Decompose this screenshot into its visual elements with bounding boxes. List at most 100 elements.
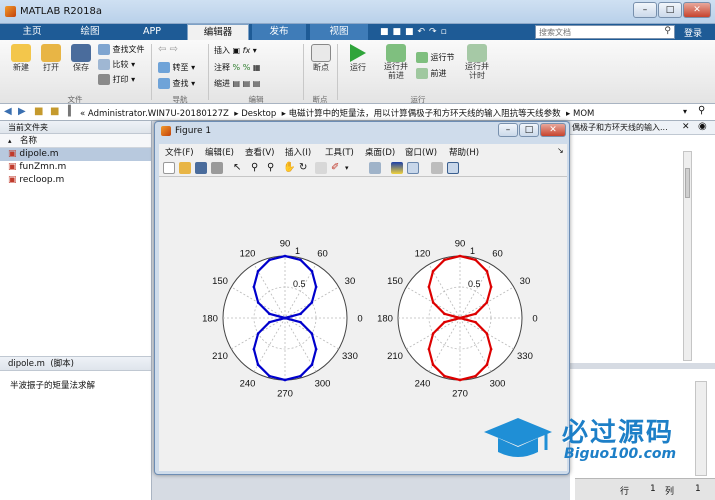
menu-file[interactable]: 文件(F)	[165, 146, 194, 158]
data-point	[458, 378, 462, 382]
run-button[interactable]: 运行	[344, 44, 372, 73]
folder-column-header[interactable]: ▴ 名称	[0, 134, 151, 148]
advance-button[interactable]: 前进	[416, 68, 447, 79]
editor-close-icon[interactable]: ✕	[682, 122, 690, 132]
brush-dropdown-icon[interactable]: ▾	[345, 162, 357, 174]
data-point	[283, 254, 287, 258]
dock-icon[interactable]: ↘	[557, 146, 564, 155]
colorbar-icon[interactable]	[391, 162, 403, 174]
breadcrumb-project[interactable]: 电磁计算中的矩量法，用以计算偶极子和方环天线的输入阻抗等天线参数	[289, 109, 561, 119]
address-search-icon[interactable]: ⚲	[698, 105, 705, 116]
find-button[interactable]: 查找 ▾	[158, 78, 195, 89]
data-point	[458, 316, 462, 320]
nav-arrows[interactable]: ⇦ ⇨	[158, 44, 178, 55]
find-files-button[interactable]: 查找文件	[98, 44, 145, 55]
data-point	[485, 332, 489, 335]
zoom-out-icon[interactable]: ⚲	[267, 162, 279, 174]
angle-tick-label: 180	[377, 314, 393, 325]
group-edit-label: 编辑	[248, 95, 264, 104]
link-plot-icon[interactable]	[369, 162, 381, 174]
breakpoints-button[interactable]: 断点	[308, 44, 334, 73]
current-folder-panel: 当前文件夹 ▴ 名称 ▣ dipole.m ▣ funZmn.m ▣ reclo…	[0, 121, 152, 500]
menu-edit[interactable]: 编辑(E)	[205, 146, 234, 158]
login-button[interactable]: 登录	[684, 26, 702, 39]
list-item[interactable]: ▣ funZmn.m	[0, 161, 151, 174]
editor-tab[interactable]: 偶极子和方环天线的输入...	[570, 121, 715, 135]
up-folder-icon[interactable]: ■	[34, 106, 43, 117]
menu-insert[interactable]: 插入(I)	[285, 146, 311, 158]
editor-options-icon[interactable]: ◉	[698, 121, 707, 132]
tab-view[interactable]: 视图	[310, 24, 368, 40]
open-button[interactable]: 打开	[36, 44, 66, 73]
maximize-button[interactable]: □	[658, 2, 682, 18]
indent-button[interactable]: 缩进 ▤ ▤ ▤	[214, 78, 260, 89]
run-time-button[interactable]: 运行并 计时	[460, 44, 494, 80]
print-figure-icon[interactable]	[211, 162, 223, 174]
goto-button[interactable]: 转至 ▾	[158, 62, 195, 73]
new-figure-icon[interactable]	[163, 162, 175, 174]
data-point	[268, 374, 271, 378]
search-icon[interactable]: ⚲	[664, 26, 671, 36]
tab-home[interactable]: 主页	[8, 24, 56, 40]
brush-icon[interactable]: ✐	[331, 162, 343, 174]
search-box[interactable]: ⚲	[535, 25, 675, 39]
save-figure-icon[interactable]	[195, 162, 207, 174]
breadcrumb-admin[interactable]: Administrator.WIN7U-20180127Z	[88, 109, 229, 119]
scrollbar-thumb[interactable]	[685, 168, 690, 198]
list-item[interactable]: ▣ recloop.m	[0, 174, 151, 187]
back-icon[interactable]: ◀	[4, 106, 12, 117]
menu-window[interactable]: 窗口(W)	[405, 146, 437, 158]
radial-tick-label: 1	[470, 246, 475, 256]
tab-plots[interactable]: 绘图	[66, 24, 114, 40]
forward-icon[interactable]: ▶	[18, 106, 26, 117]
legend-icon[interactable]	[407, 162, 419, 174]
search-input[interactable]	[536, 26, 656, 38]
comment-button[interactable]: 注释 % % ▦	[214, 62, 260, 73]
menu-view[interactable]: 查看(V)	[245, 146, 274, 158]
pan-icon[interactable]: ✋	[283, 162, 295, 174]
show-tools-icon[interactable]	[447, 162, 459, 174]
data-point	[268, 312, 271, 316]
new-button[interactable]: 新建	[6, 44, 36, 73]
address-dropdown-icon[interactable]: ▾	[683, 107, 687, 116]
list-item[interactable]: ▣ dipole.m	[0, 148, 151, 161]
tab-publish[interactable]: 发布	[252, 24, 306, 40]
figure-maximize-button[interactable]: □	[519, 123, 539, 137]
radial-tick-label: 1	[295, 246, 300, 256]
window-title: MATLAB R2018a	[20, 6, 103, 17]
data-point	[431, 269, 435, 273]
tab-apps[interactable]: APP	[125, 24, 179, 40]
address-bar[interactable]: ◀ ▶ ■ ■ ▍ « Administrator.WIN7U-20180127…	[0, 104, 715, 121]
breadcrumb-mom[interactable]: MOM	[573, 109, 594, 119]
figure-close-button[interactable]: ✕	[540, 123, 566, 137]
angle-tick-label: 60	[317, 249, 328, 260]
tab-editor[interactable]: 编辑器	[187, 24, 249, 40]
insert-button[interactable]: 插入 ▣ fx ▾	[214, 45, 257, 56]
close-button[interactable]: ✕	[683, 2, 711, 18]
menu-desktop[interactable]: 桌面(D)	[365, 146, 395, 158]
hide-tools-icon[interactable]	[431, 162, 443, 174]
menu-tools[interactable]: 工具(T)	[325, 146, 354, 158]
print-button[interactable]: 打印 ▾	[98, 74, 135, 85]
compare-button[interactable]: 比较 ▾	[98, 59, 135, 70]
figure-minimize-button[interactable]: –	[498, 123, 518, 137]
data-point	[252, 347, 256, 351]
rotate-icon[interactable]: ↻	[299, 162, 311, 174]
pointer-icon[interactable]: ↖	[233, 162, 245, 174]
open-file-icon[interactable]	[179, 162, 191, 174]
browse-folder-icon[interactable]: ■	[50, 106, 59, 117]
run-section-button[interactable]: 运行节	[416, 52, 455, 63]
angle-tick-label: 30	[345, 276, 356, 287]
print-icon	[98, 74, 110, 85]
editor-scrollbar[interactable]	[683, 151, 692, 361]
data-cursor-icon[interactable]	[315, 162, 327, 174]
save-button[interactable]: 保存	[66, 44, 96, 73]
matlab-logo-icon	[5, 6, 16, 17]
data-point	[299, 312, 302, 316]
breadcrumb-desktop[interactable]: Desktop	[241, 109, 276, 119]
minimize-button[interactable]: –	[633, 2, 657, 18]
title-bar: MATLAB R2018a – □ ✕	[0, 0, 715, 24]
menu-help[interactable]: 帮助(H)	[449, 146, 479, 158]
zoom-in-icon[interactable]: ⚲	[251, 162, 263, 174]
run-advance-button[interactable]: 运行并 前进	[378, 44, 414, 80]
